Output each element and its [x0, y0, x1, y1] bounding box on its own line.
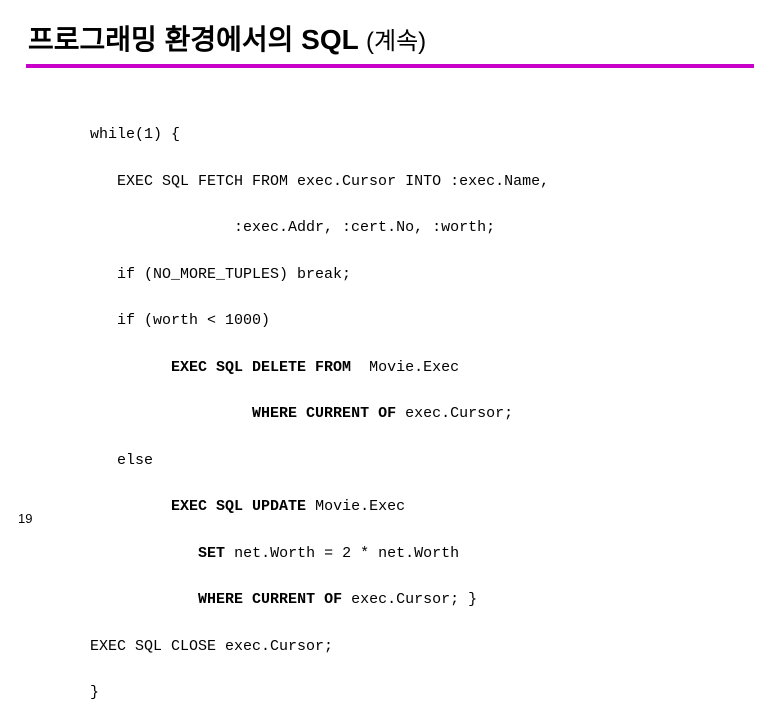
code-block: while(1) { EXEC SQL FETCH FROM exec.Curs… [0, 68, 780, 728]
title-sub: (계속) [366, 28, 426, 55]
code-line: WHERE CURRENT OF exec.Cursor; } [0, 588, 780, 611]
code-line: :exec.Addr, :cert.No, :worth; [0, 216, 780, 239]
kw-where2: WHERE CURRENT OF [198, 591, 351, 608]
code-line: WHERE CURRENT OF exec.Cursor; [0, 402, 780, 425]
code-line: EXEC SQL CLOSE exec.Cursor; [0, 635, 780, 658]
code-line: SET net.Worth = 2 * net.Worth [0, 542, 780, 565]
kw-delete: EXEC SQL DELETE FROM [171, 359, 360, 376]
code-line: EXEC SQL FETCH FROM exec.Cursor INTO :ex… [0, 170, 780, 193]
kw-where: WHERE CURRENT OF [252, 405, 405, 422]
kw-update: EXEC SQL UPDATE [171, 498, 315, 515]
code-line: if (NO_MORE_TUPLES) break; [0, 263, 780, 286]
code-line: if (worth < 1000) [0, 309, 780, 332]
title-main: 프로그래밍 환경에서의 SQL [28, 24, 358, 55]
page-number: 19 [18, 511, 32, 526]
code-line: else [0, 449, 780, 472]
slide-title: 프로그래밍 환경에서의 SQL (계속) [0, 0, 780, 64]
code-line: while(1) { [0, 123, 780, 146]
code-line: EXEC SQL UPDATE Movie.Exec [0, 495, 780, 518]
kw-set: SET [198, 545, 234, 562]
code-line: } [0, 681, 780, 704]
code-line: EXEC SQL DELETE FROM Movie.Exec [0, 356, 780, 379]
